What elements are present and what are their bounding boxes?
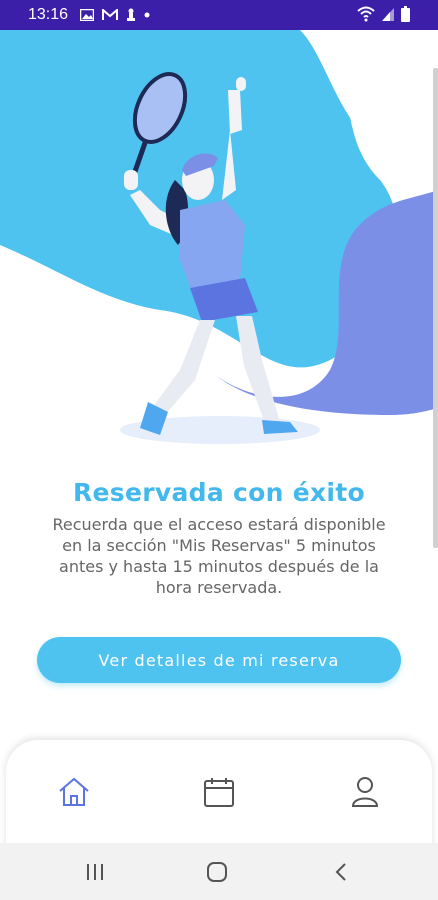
recent-apps-icon: [87, 864, 103, 880]
home-circle-icon: [207, 862, 227, 882]
hero-illustration: [0, 30, 438, 444]
system-navigation-bar: [0, 843, 438, 900]
signal-icon: [382, 8, 394, 21]
bottom-nav: [6, 740, 432, 860]
status-time: 13:16: [28, 6, 69, 23]
gmail-icon: [102, 9, 119, 20]
home-button[interactable]: [202, 859, 232, 885]
status-notification-icons: [80, 8, 150, 22]
home-icon: [59, 777, 89, 806]
profile-icon: [351, 777, 379, 807]
scroll-indicator[interactable]: [433, 68, 438, 548]
status-system-icons: [357, 6, 410, 22]
status-bar: 13:16: [0, 0, 438, 30]
gallery-icon: [80, 9, 95, 21]
recent-apps-button[interactable]: [80, 859, 110, 885]
battery-icon: [401, 6, 410, 22]
wifi-icon: [357, 6, 375, 22]
back-button[interactable]: [326, 859, 356, 885]
chess-icon: [127, 8, 136, 21]
view-reservation-details-button[interactable]: Ver detalles de mi reserva: [37, 637, 401, 683]
nav-home[interactable]: [52, 770, 96, 814]
dot-icon: [144, 12, 150, 18]
success-title: Reservada con éxito: [73, 478, 365, 507]
success-message: Recuerda que el acceso estará disponible…: [52, 515, 386, 597]
nav-profile[interactable]: [343, 770, 387, 814]
back-icon: [335, 863, 346, 881]
nav-calendar[interactable]: [197, 770, 241, 814]
calendar-icon: [204, 778, 234, 807]
